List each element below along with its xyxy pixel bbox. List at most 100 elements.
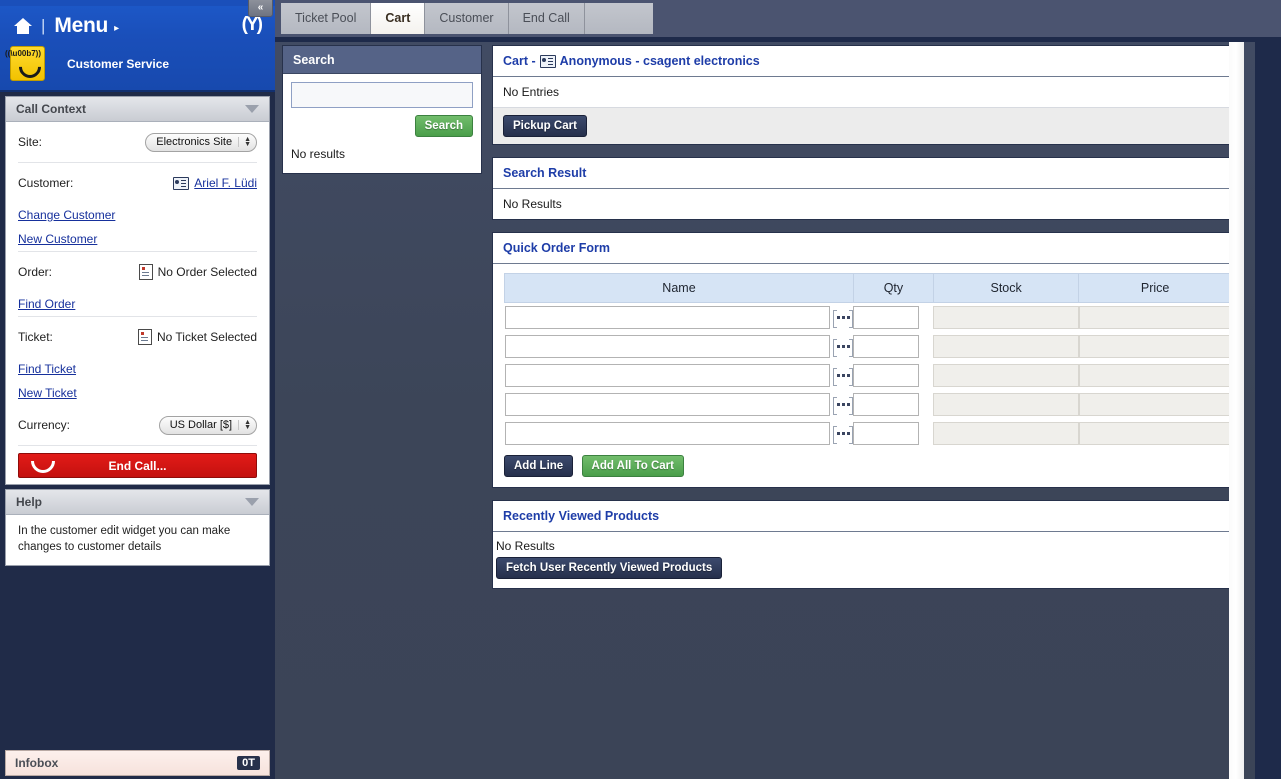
add-line-button[interactable]: Add Line <box>504 455 574 477</box>
search-widget: Search Search No results <box>282 45 482 174</box>
product-name-input[interactable] <box>504 306 831 329</box>
ticket-label: Ticket: <box>18 330 53 344</box>
fetch-recently-viewed-button[interactable]: Fetch User Recently Viewed Products <box>496 557 723 579</box>
ticket-value: No Ticket Selected <box>137 329 257 345</box>
cell-stock <box>933 332 1079 361</box>
cell-qty <box>853 361 933 390</box>
cell-name <box>504 390 854 419</box>
new-customer-link[interactable]: New Customer <box>18 227 257 251</box>
product-picker-button[interactable] <box>833 367 854 386</box>
add-all-to-cart-button[interactable]: Add All To Cart <box>581 455 684 477</box>
qty-input[interactable] <box>853 393 920 416</box>
order-document-icon <box>138 264 153 280</box>
content-frame: Search Search No results Cart - Anonymou… <box>275 42 1281 779</box>
home-icon[interactable] <box>14 18 32 34</box>
table-row <box>504 361 1232 390</box>
id-card-icon <box>539 54 556 68</box>
id-card-icon <box>173 176 190 190</box>
customer-value[interactable]: Ariel F. Lüdi <box>173 176 257 190</box>
menu-chevron-right-icon[interactable]: ▸ <box>114 23 119 34</box>
tab-customer[interactable]: Customer <box>425 3 509 34</box>
qty-input[interactable] <box>853 335 920 358</box>
product-picker-button[interactable] <box>833 338 854 357</box>
end-call-button[interactable]: End Call... <box>18 453 257 478</box>
cell-price <box>1078 361 1232 390</box>
column-header-qty: Qty <box>852 273 934 303</box>
search-result-card: Search Result No Results <box>492 157 1244 220</box>
price-value <box>1078 393 1232 416</box>
chevron-down-icon[interactable] <box>245 105 259 113</box>
help-text: In the customer edit widget you can make… <box>18 525 231 553</box>
hangup-phone-icon <box>31 461 55 473</box>
cell-price <box>1078 303 1232 333</box>
price-value <box>1078 422 1232 445</box>
infobox-panel[interactable]: Infobox 0T <box>5 750 270 776</box>
menu-label[interactable]: Menu <box>54 14 108 38</box>
cell-price <box>1078 332 1232 361</box>
call-context-title: Call Context <box>16 102 87 116</box>
cell-price <box>1078 390 1232 419</box>
search-button[interactable]: Search <box>414 115 473 137</box>
product-picker-button[interactable] <box>833 309 854 328</box>
column-header-price: Price <box>1078 273 1232 303</box>
tab-end-call[interactable]: End Call <box>508 3 585 34</box>
cell-name <box>504 419 854 448</box>
site-select-value: Electronics Site <box>156 136 233 148</box>
tab-ticket-pool[interactable]: Ticket Pool <box>281 3 372 34</box>
tab-cart[interactable]: Cart <box>371 3 426 34</box>
cell-stock <box>933 361 1079 390</box>
product-picker-button[interactable] <box>833 396 854 415</box>
product-name-input[interactable] <box>504 335 831 358</box>
column-header-stock: Stock <box>932 273 1080 303</box>
search-result-empty-text: No Results <box>503 197 562 211</box>
customer-link[interactable]: Ariel F. Lüdi <box>194 176 257 190</box>
cart-card: Cart - Anonymous - csagent electronics N… <box>492 45 1244 145</box>
price-value <box>1078 306 1232 329</box>
help-header[interactable]: Help <box>6 490 269 515</box>
call-context-body: Site: Electronics Site ▲ ▼ Customer: Arie… <box>6 122 269 478</box>
customer-label: Customer: <box>18 176 74 190</box>
order-label: Order: <box>18 265 53 279</box>
find-order-link[interactable]: Find Order <box>18 292 257 316</box>
infobox-title: Infobox <box>15 756 59 770</box>
currency-select[interactable]: US Dollar [$] ▲ ▼ <box>158 415 257 435</box>
help-title: Help <box>16 495 43 509</box>
recently-viewed-title: Recently Viewed Products <box>493 501 1243 532</box>
cell-qty <box>853 419 933 448</box>
vertical-scrollbar[interactable] <box>1229 42 1244 779</box>
product-name-input[interactable] <box>504 422 831 445</box>
site-label: Site: <box>18 135 43 149</box>
product-name-input[interactable] <box>504 393 831 416</box>
qty-input[interactable] <box>853 364 920 387</box>
search-result-title: Search Result <box>493 158 1243 189</box>
qty-input[interactable] <box>853 422 920 445</box>
chevron-down-icon[interactable] <box>245 498 259 506</box>
cart-title-customer: Anonymous - csagent electronics <box>559 54 760 68</box>
product-picker-button[interactable] <box>833 425 854 444</box>
qty-input[interactable] <box>853 306 920 329</box>
price-value <box>1078 335 1232 358</box>
quick-order-form-body: Name Qty Stock Price Add Line Add All To… <box>493 264 1243 487</box>
product-name-input[interactable] <box>504 364 831 387</box>
recently-viewed-empty-text: No Results <box>496 539 555 553</box>
call-context-header[interactable]: Call Context <box>6 97 269 122</box>
ticket-value-label: No Ticket Selected <box>156 330 257 344</box>
search-input[interactable] <box>291 82 473 108</box>
menu-bar[interactable]: | Menu ▸ <box>14 14 119 38</box>
brand-logo: (Ŷ) <box>241 14 263 35</box>
site-select[interactable]: Electronics Site ▲ ▼ <box>145 132 257 152</box>
collapse-sidebar-button[interactable]: « <box>248 0 273 17</box>
cart-empty-text: No Entries <box>493 77 1243 108</box>
currency-row: Currency: US Dollar [$] ▲ ▼ <box>18 405 257 445</box>
change-customer-link[interactable]: Change Customer <box>18 203 257 227</box>
column-header-name: Name <box>504 273 854 303</box>
app-name-label: Customer Service <box>67 56 170 71</box>
pickup-cart-button[interactable]: Pickup Cart <box>503 115 587 137</box>
tab-strip-filler <box>584 3 653 34</box>
call-context-panel: Call Context Site: Electronics Site ▲ ▼ C… <box>5 96 270 485</box>
sidebar: | Menu ▸ (Ŷ) « ((\u00b7)) Customer Servi… <box>0 0 275 779</box>
find-ticket-link[interactable]: Find Ticket <box>18 357 257 381</box>
new-ticket-link[interactable]: New Ticket <box>18 381 257 405</box>
sidebar-header: | Menu ▸ (Ŷ) « ((\u00b7)) Customer Servi… <box>0 0 275 92</box>
cell-name <box>504 303 854 333</box>
